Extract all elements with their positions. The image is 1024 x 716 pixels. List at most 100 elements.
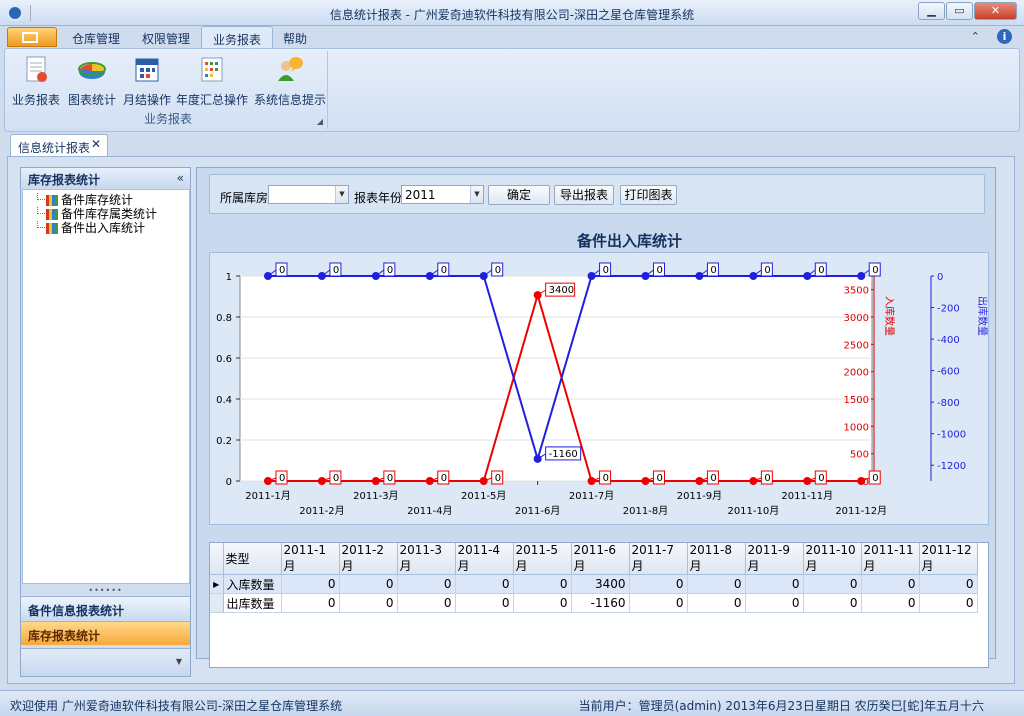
table-cell[interactable]: 0 xyxy=(861,593,920,613)
chart-stats-label: 图表统计 xyxy=(68,93,117,107)
column-header[interactable]: 2011-8月 xyxy=(687,543,746,575)
column-header[interactable]: 2011-1月 xyxy=(281,543,340,575)
table-cell[interactable]: 0 xyxy=(397,574,456,594)
close-tab-icon[interactable]: ✕ xyxy=(91,137,101,151)
maximize-button[interactable]: ▭ xyxy=(946,2,973,20)
table-cell[interactable]: 0 xyxy=(803,574,862,594)
table-cell[interactable]: 0 xyxy=(861,574,920,594)
table-cell[interactable]: 0 xyxy=(397,593,456,613)
table-cell[interactable]: -1160 xyxy=(571,593,630,613)
tree-item[interactable]: 备件库存属类统计 xyxy=(23,207,189,221)
application-menu-button[interactable] xyxy=(7,27,57,47)
warehouse-select[interactable]: ▼ xyxy=(268,185,349,204)
ribbon-group: 业务报表 图表统计 月结操作 年度汇总操作 系统信息提示 业务报表 ◢ xyxy=(8,51,328,129)
table-cell[interactable]: 0 xyxy=(745,574,804,594)
row-indicator[interactable] xyxy=(210,593,224,613)
collapse-panel-icon[interactable]: « xyxy=(177,171,184,185)
table-cell[interactable]: 0 xyxy=(339,574,398,594)
data-label: 0 xyxy=(710,265,716,276)
document-tab[interactable]: 信息统计报表 ✕ xyxy=(10,134,108,156)
column-header[interactable]: 2011-5月 xyxy=(513,543,572,575)
confirm-button[interactable]: 确定 xyxy=(488,185,550,205)
x-tick-label: 2011-1月 xyxy=(245,490,290,502)
row-label-cell[interactable]: 出库数量 xyxy=(223,593,282,613)
right1-tick-label: 1500 xyxy=(844,395,869,406)
column-header[interactable]: 2011-6月 xyxy=(571,543,630,575)
help-icon[interactable]: i xyxy=(997,29,1012,44)
column-header[interactable]: 2011-11月 xyxy=(861,543,920,575)
splitter-grip[interactable]: •••••• xyxy=(21,586,190,595)
table-cell[interactable]: 0 xyxy=(687,593,746,613)
app-menu-icon xyxy=(22,32,38,43)
nav-inventory-info-report[interactable]: 备件信息报表统计 xyxy=(21,596,190,620)
chart-stats-button[interactable]: 图表统计 xyxy=(68,55,116,108)
column-header[interactable]: 2011-10月 xyxy=(803,543,862,575)
x-tick-label: 2011-10月 xyxy=(727,505,779,517)
tree-item[interactable]: 备件库存统计 xyxy=(23,193,189,207)
column-header[interactable]: 2011-4月 xyxy=(455,543,514,575)
x-tick-label: 2011-12月 xyxy=(835,505,887,517)
column-header[interactable]: 2011-7月 xyxy=(629,543,688,575)
dropdown-arrow-icon[interactable]: ▼ xyxy=(470,186,483,203)
close-button[interactable]: ✕ xyxy=(974,2,1017,20)
table-cell[interactable]: 0 xyxy=(745,593,804,613)
table-cell[interactable]: 0 xyxy=(919,593,978,613)
x-tick-label: 2011-5月 xyxy=(461,490,506,502)
year-summary-button[interactable]: 年度汇总操作 xyxy=(176,55,248,108)
tab-warehouse[interactable]: 仓库管理 xyxy=(72,30,120,47)
table-cell[interactable]: 3400 xyxy=(571,574,630,594)
print-chart-button[interactable]: 打印图表 xyxy=(620,185,677,205)
right2-tick-label: 0 xyxy=(937,272,943,283)
right1-tick-label: 2500 xyxy=(844,340,869,351)
table-cell[interactable]: 0 xyxy=(455,574,514,594)
ribbon-collapse-icon[interactable]: ⌃ xyxy=(971,30,980,43)
tab-permissions[interactable]: 权限管理 xyxy=(142,30,190,47)
right1-tick-label: 1000 xyxy=(844,422,869,433)
table-cell[interactable]: 0 xyxy=(803,593,862,613)
table-cell[interactable]: 0 xyxy=(339,593,398,613)
table-cell[interactable]: 0 xyxy=(629,574,688,594)
table-cell[interactable]: 0 xyxy=(455,593,514,613)
group-launcher-icon[interactable]: ◢ xyxy=(317,117,323,126)
row-label-cell[interactable]: 入库数量 xyxy=(223,574,282,594)
data-label: 0 xyxy=(872,265,878,276)
x-tick-label: 2011-3月 xyxy=(353,490,398,502)
right1-tick-label: 3500 xyxy=(844,286,869,297)
table-cell[interactable]: 0 xyxy=(687,574,746,594)
table-cell[interactable]: 0 xyxy=(629,593,688,613)
column-header[interactable]: 2011-2月 xyxy=(339,543,398,575)
month-close-button[interactable]: 月结操作 xyxy=(123,55,171,108)
data-label: -1160 xyxy=(549,449,578,460)
nav-overflow-button[interactable]: ▼ xyxy=(21,648,190,676)
row-indicator[interactable]: ▶ xyxy=(210,574,224,594)
report-year-select[interactable]: 2011 ▼ xyxy=(401,185,484,204)
tab-help[interactable]: 帮助 xyxy=(283,30,307,47)
business-report-button[interactable]: 业务报表 xyxy=(12,55,60,108)
minimize-button[interactable]: ▁ xyxy=(918,2,945,20)
column-header[interactable]: 类型 xyxy=(223,543,282,575)
table-cell[interactable]: 0 xyxy=(919,574,978,594)
data-label: 0 xyxy=(333,265,339,276)
warehouse-label: 所属库房 xyxy=(220,191,269,205)
system-info-button[interactable]: 系统信息提示 xyxy=(254,55,326,108)
table-cell[interactable]: 0 xyxy=(513,593,572,613)
tab-business-reports[interactable]: 业务报表 xyxy=(201,26,274,48)
table-row[interactable]: ▶ 入库数量 0 0 0 0 0 3400 0 0 0 0 0 0 xyxy=(210,574,978,594)
right2-axis-label: 出库数量 xyxy=(976,296,988,336)
table-cell[interactable]: 0 xyxy=(281,574,340,594)
x-tick-label: 2011-7月 xyxy=(569,490,614,502)
data-label: 0 xyxy=(656,473,662,484)
grid-header-row: 类型 2011-1月 2011-2月 2011-3月 2011-4月 2011-5月 201… xyxy=(210,543,978,575)
tree-item[interactable]: 备件出入库统计 xyxy=(23,221,189,235)
column-header[interactable]: 2011-12月 xyxy=(919,543,978,575)
table-cell[interactable]: 0 xyxy=(513,574,572,594)
year-summary-label: 年度汇总操作 xyxy=(176,93,249,107)
column-header[interactable]: 2011-9月 xyxy=(745,543,804,575)
table-row[interactable]: 出库数量 0 0 0 0 0 -1160 0 0 0 0 0 0 xyxy=(210,593,978,613)
data-point xyxy=(317,477,326,485)
export-report-button[interactable]: 导出报表 xyxy=(554,185,614,205)
nav-stock-report[interactable]: 库存报表统计 xyxy=(21,621,190,645)
dropdown-arrow-icon[interactable]: ▼ xyxy=(335,186,348,203)
column-header[interactable]: 2011-3月 xyxy=(397,543,456,575)
table-cell[interactable]: 0 xyxy=(281,593,340,613)
